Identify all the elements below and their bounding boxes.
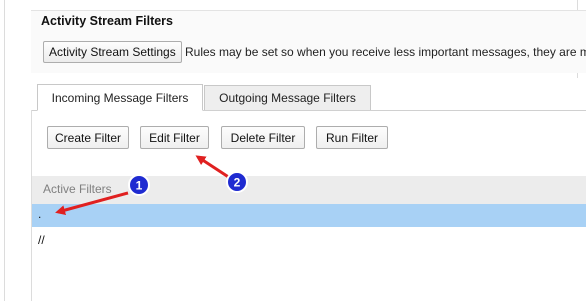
edit-filter-button[interactable]: Edit Filter — [140, 126, 209, 149]
activity-stream-filters-window: Activity Stream Filters Activity Stream … — [0, 0, 586, 301]
create-filter-button[interactable]: Create Filter — [47, 126, 129, 149]
left-border — [4, 0, 5, 301]
run-filter-button[interactable]: Run Filter — [316, 126, 388, 149]
delete-filter-button[interactable]: Delete Filter — [221, 126, 305, 149]
annotation-arrow-2 — [195, 155, 231, 180]
section-title: Activity Stream Filters — [41, 14, 173, 28]
filter-row-selected[interactable]: . — [32, 204, 586, 227]
active-filters-header: Active Filters — [32, 176, 586, 204]
tab-incoming-message-filters[interactable]: Incoming Message Filters — [37, 84, 203, 111]
tab-outgoing-message-filters[interactable]: Outgoing Message Filters — [204, 85, 371, 110]
rules-description: Rules may be set so when you receive les… — [185, 45, 586, 59]
filter-row[interactable]: // — [32, 230, 586, 253]
activity-stream-settings-button[interactable]: Activity Stream Settings — [43, 41, 182, 63]
